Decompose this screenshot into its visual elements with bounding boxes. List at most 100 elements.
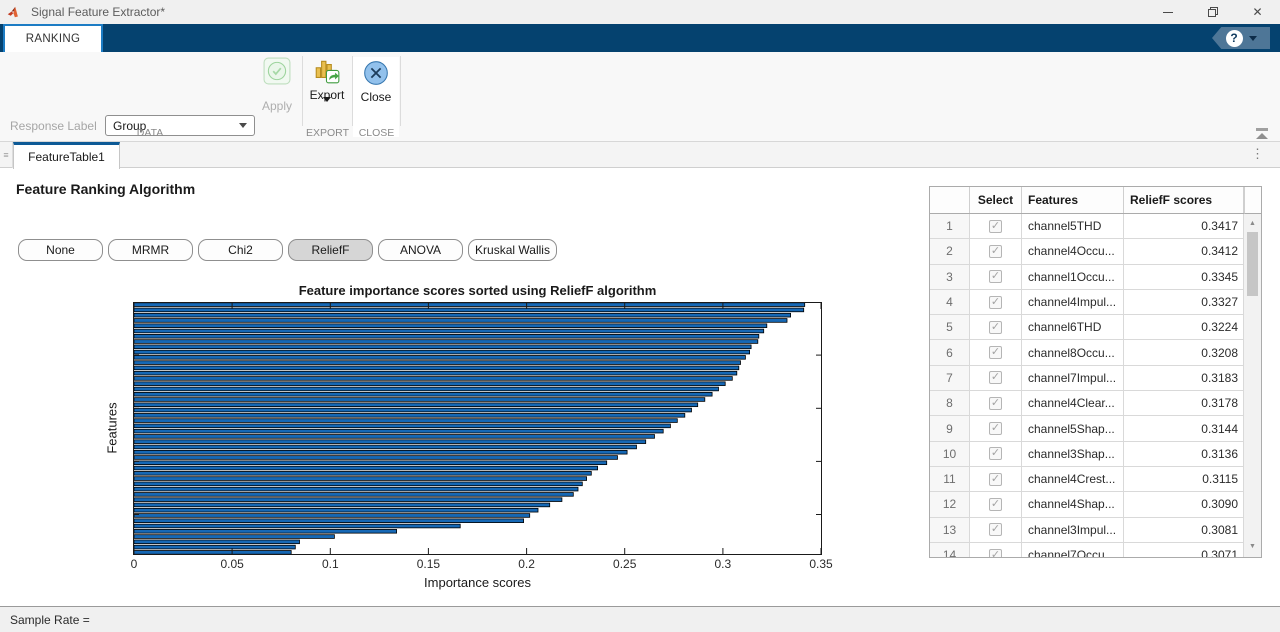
help-button[interactable]: ? bbox=[1212, 27, 1270, 49]
score-cell: 0.3412 bbox=[1124, 239, 1244, 264]
feature-name-cell: channel1Occu... bbox=[1022, 265, 1124, 290]
select-cell: ✓ bbox=[970, 518, 1022, 543]
row-checkbox[interactable]: ✓ bbox=[989, 220, 1002, 233]
score-cell: 0.3208 bbox=[1124, 340, 1244, 365]
row-number: 11 bbox=[930, 467, 970, 492]
sample-rate-status: Sample Rate = bbox=[10, 613, 90, 627]
table-row: 6 ✓ channel8Occu...0.3208 bbox=[930, 340, 1261, 365]
row-checkbox[interactable]: ✓ bbox=[989, 296, 1002, 309]
row-number: 12 bbox=[930, 492, 970, 517]
algorithm-button-none[interactable]: None bbox=[18, 239, 103, 261]
x-tick-label: 0.15 bbox=[417, 557, 440, 571]
scroll-down-icon[interactable]: ▼ bbox=[1244, 543, 1261, 550]
tab-ranking[interactable]: RANKING bbox=[3, 24, 103, 52]
row-checkbox[interactable]: ✓ bbox=[989, 549, 1002, 559]
algorithm-button-chi2[interactable]: Chi2 bbox=[198, 239, 283, 261]
kebab-menu-icon[interactable]: ⋮ bbox=[1251, 146, 1264, 162]
restore-button[interactable] bbox=[1190, 0, 1235, 24]
row-checkbox[interactable]: ✓ bbox=[989, 422, 1002, 435]
algorithm-button-mrmr[interactable]: MRMR bbox=[108, 239, 193, 261]
table-scrollbar[interactable]: ▲ ▼ bbox=[1244, 187, 1261, 557]
select-cell: ✓ bbox=[970, 315, 1022, 340]
row-checkbox[interactable]: ✓ bbox=[989, 270, 1002, 283]
scrollbar-header-stub bbox=[1244, 187, 1261, 214]
feature-name-cell: channel4Crest... bbox=[1022, 467, 1124, 492]
row-checkbox[interactable]: ✓ bbox=[989, 473, 1002, 486]
algorithm-button-anova[interactable]: ANOVA bbox=[378, 239, 463, 261]
export-icon bbox=[313, 57, 341, 85]
panel-grip-icon[interactable]: ≡ bbox=[0, 142, 13, 168]
score-cell: 0.3090 bbox=[1124, 492, 1244, 517]
importance-chart-svg bbox=[133, 302, 822, 555]
toolstrip-tab-bar: RANKING ? bbox=[0, 24, 1280, 52]
algorithm-button-relieff[interactable]: ReliefF bbox=[288, 239, 373, 261]
scroll-up-icon[interactable]: ▲ bbox=[1244, 220, 1261, 227]
x-tick-label: 0.2 bbox=[518, 557, 535, 571]
chart-title: Feature importance scores sorted using R… bbox=[133, 283, 822, 298]
ranking-table-rows: 1✓channel5THD0.34172✓channel4Occu...0.34… bbox=[930, 214, 1261, 558]
select-cell: ✓ bbox=[970, 290, 1022, 315]
restore-icon bbox=[1208, 7, 1218, 17]
chevron-down-icon bbox=[323, 97, 331, 119]
export-button[interactable]: Export bbox=[303, 57, 351, 120]
feature-name-cell: channel4Occu... bbox=[1022, 239, 1124, 264]
table-row: 8✓channel4Clear...0.3178 bbox=[930, 391, 1261, 416]
row-checkbox[interactable]: ✓ bbox=[989, 346, 1002, 359]
row-checkbox[interactable]: ✓ bbox=[989, 371, 1002, 384]
help-icon: ? bbox=[1226, 30, 1243, 47]
close-window-button[interactable]: ✕ bbox=[1235, 0, 1280, 24]
row-checkbox[interactable]: ✓ bbox=[989, 397, 1002, 410]
close-ranking-button[interactable]: Close bbox=[353, 57, 399, 137]
minimize-button[interactable] bbox=[1145, 0, 1190, 24]
section-label-data: DATA bbox=[0, 127, 300, 139]
row-number: 5 bbox=[930, 315, 970, 340]
feature-name-cell: channel3Shap... bbox=[1022, 442, 1124, 467]
x-tick-label: 0.35 bbox=[809, 557, 832, 571]
select-cell: ✓ bbox=[970, 366, 1022, 391]
score-cell: 0.3144 bbox=[1124, 416, 1244, 441]
table-row: 9✓channel5Shap...0.3144 bbox=[930, 416, 1261, 441]
row-checkbox[interactable]: ✓ bbox=[989, 245, 1002, 258]
row-number: 1 bbox=[930, 214, 970, 239]
feature-name-cell: channel3Impul... bbox=[1022, 518, 1124, 543]
score-cell: 0.3224 bbox=[1124, 315, 1244, 340]
column-header-scores: ReliefF scores bbox=[1124, 187, 1244, 213]
ranking-table: Select Features ReliefF scores 1 ✓ channel… bbox=[929, 186, 1262, 558]
page-title: Feature Ranking Algorithm bbox=[16, 181, 195, 197]
row-checkbox[interactable]: ✓ bbox=[989, 321, 1002, 334]
table-header: Select Features ReliefF scores bbox=[930, 187, 1261, 214]
row-checkbox[interactable]: ✓ bbox=[989, 498, 1002, 511]
select-cell: ✓ bbox=[970, 492, 1022, 517]
column-header-index bbox=[930, 187, 970, 213]
collapse-toolstrip-button[interactable] bbox=[1252, 127, 1274, 141]
chart-x-axis-label: Importance scores bbox=[133, 575, 822, 590]
score-cell: 0.3327 bbox=[1124, 290, 1244, 315]
row-number: 8 bbox=[930, 391, 970, 416]
section-label-export: EXPORT bbox=[303, 127, 352, 139]
table-row: 12✓channel4Shap...0.3090 bbox=[930, 492, 1261, 517]
row-checkbox[interactable]: ✓ bbox=[989, 523, 1002, 536]
table-row: 10✓channel3Shap...0.3136 bbox=[930, 442, 1261, 467]
tab-featuretable1[interactable]: FeatureTable1 bbox=[13, 142, 120, 169]
score-cell: 0.3115 bbox=[1124, 467, 1244, 492]
row-number: 6 bbox=[930, 340, 970, 365]
scrollbar-thumb[interactable] bbox=[1247, 232, 1258, 296]
row-number: 9 bbox=[930, 416, 970, 441]
select-cell: ✓ bbox=[970, 442, 1022, 467]
signal-feature-extractor-window: Signal Feature Extractor* ✕ RANKING ? Re… bbox=[0, 0, 1280, 632]
select-cell: ✓ bbox=[970, 391, 1022, 416]
apply-button[interactable]: Apply bbox=[255, 57, 299, 113]
row-number: 14 bbox=[930, 543, 970, 558]
row-number: 10 bbox=[930, 442, 970, 467]
row-number: 13 bbox=[930, 518, 970, 543]
ranking-toolstrip: Response Label Group Name Group FeatureT… bbox=[0, 52, 1280, 142]
algorithm-button-kruskal-wallis[interactable]: Kruskal Wallis bbox=[468, 239, 557, 261]
row-number: 4 bbox=[930, 290, 970, 315]
row-number: 3 bbox=[930, 265, 970, 290]
x-tick-label: 0.1 bbox=[322, 557, 339, 571]
select-cell: ✓ bbox=[970, 239, 1022, 264]
row-checkbox[interactable]: ✓ bbox=[989, 447, 1002, 460]
feature-name-cell: channel7Impul... bbox=[1022, 366, 1124, 391]
feature-name-cell: channel8Occu... bbox=[1022, 340, 1124, 365]
feature-name-cell: channel4Impul... bbox=[1022, 290, 1124, 315]
